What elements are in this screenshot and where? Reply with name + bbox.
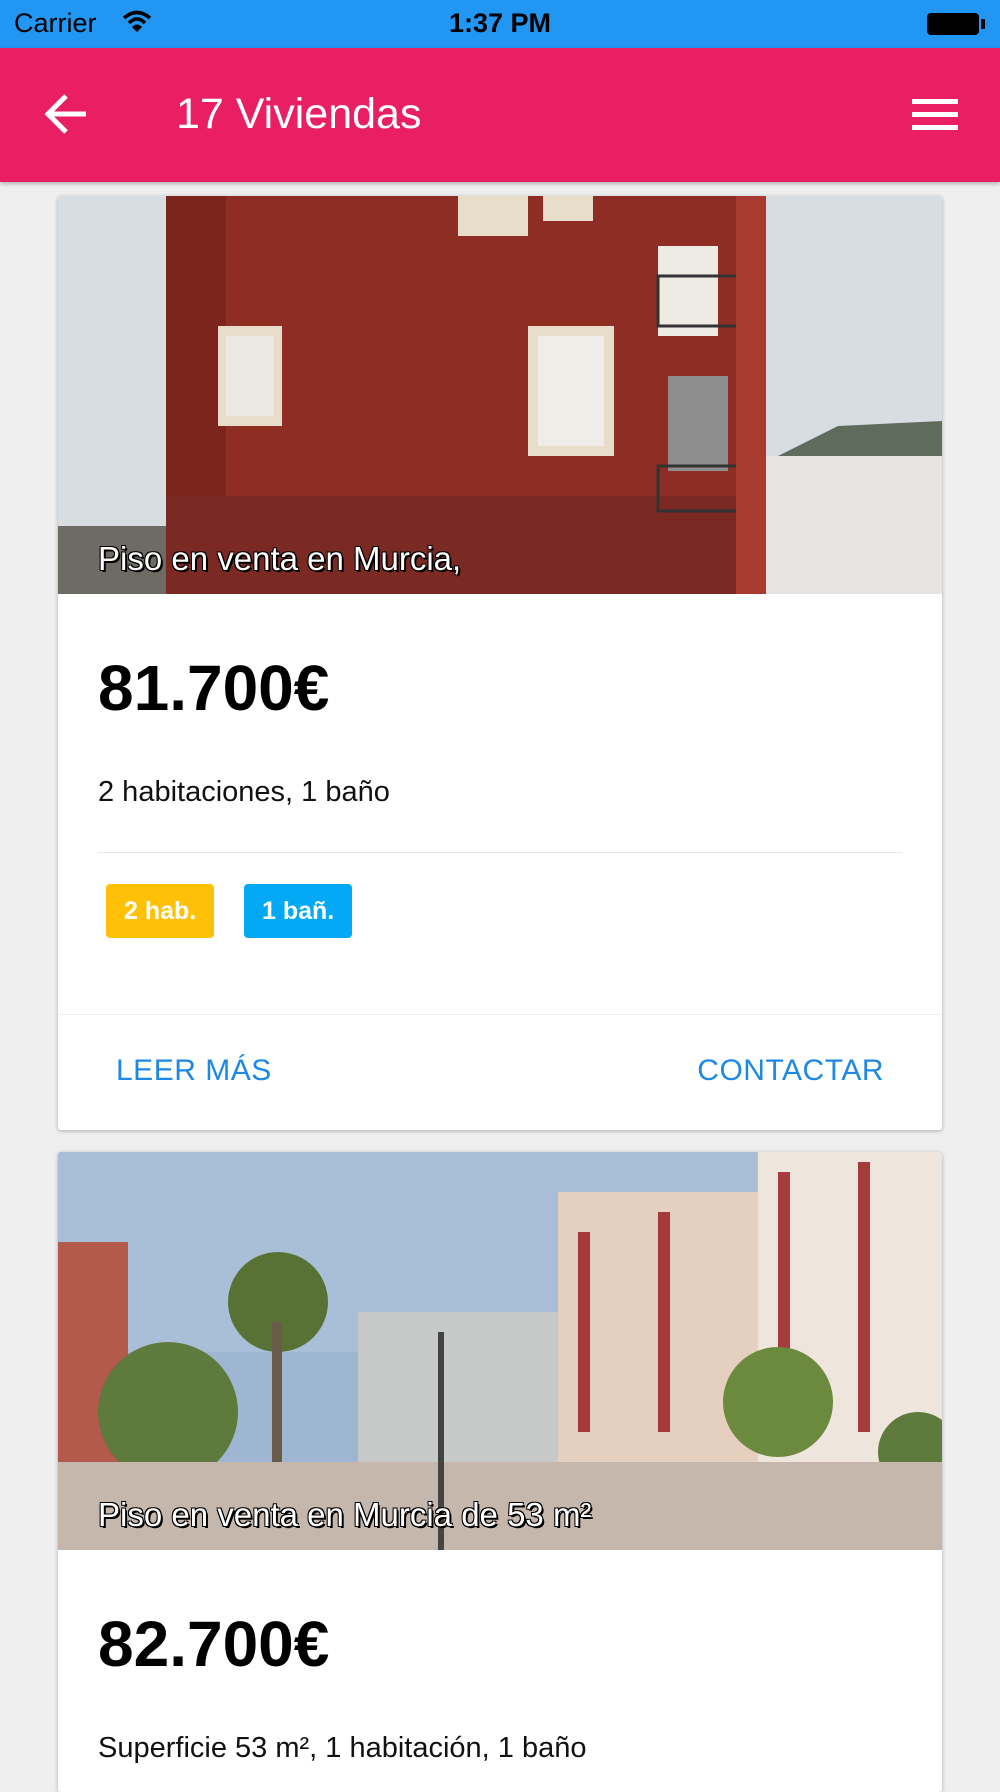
contact-button[interactable]: CONTACTAR [697, 1054, 884, 1088]
app-bar: 17 Viviendas [0, 48, 1000, 182]
listing-description: 2 habitaciones, 1 baño [98, 776, 390, 808]
listing-card[interactable]: Piso en venta en Murcia de 53 m² 82.700€… [58, 1152, 942, 1792]
card-actions-divider [58, 1014, 942, 1015]
listing-price: 82.700€ [98, 1608, 330, 1680]
listing-photo[interactable]: Piso en venta en Murcia de 53 m² [58, 1152, 942, 1550]
listing-description: Superficie 53 m², 1 habitación, 1 baño [98, 1732, 587, 1764]
bathrooms-badge: 1 bañ. [244, 884, 353, 938]
page-title: 17 Viviendas [176, 90, 422, 138]
listing-caption: Piso en venta en Murcia, [98, 540, 462, 577]
battery-icon [926, 12, 986, 41]
listing-photo[interactable]: Piso en venta en Murcia, [58, 196, 942, 594]
card-divider [98, 852, 902, 853]
back-arrow-icon[interactable] [44, 92, 88, 141]
listing-price: 81.700€ [98, 652, 330, 724]
listing-card[interactable]: Piso en venta en Murcia, 81.700€ 2 habit… [58, 196, 942, 1130]
hamburger-menu-icon[interactable] [912, 98, 958, 137]
status-bar: Carrier 1:37 PM [0, 0, 1000, 48]
listing-caption: Piso en venta en Murcia de 53 m² [98, 1496, 592, 1533]
clock-time: 1:37 PM [448, 8, 552, 38]
read-more-button[interactable]: LEER MÁS [116, 1054, 272, 1088]
rooms-badge: 2 hab. [106, 884, 215, 938]
